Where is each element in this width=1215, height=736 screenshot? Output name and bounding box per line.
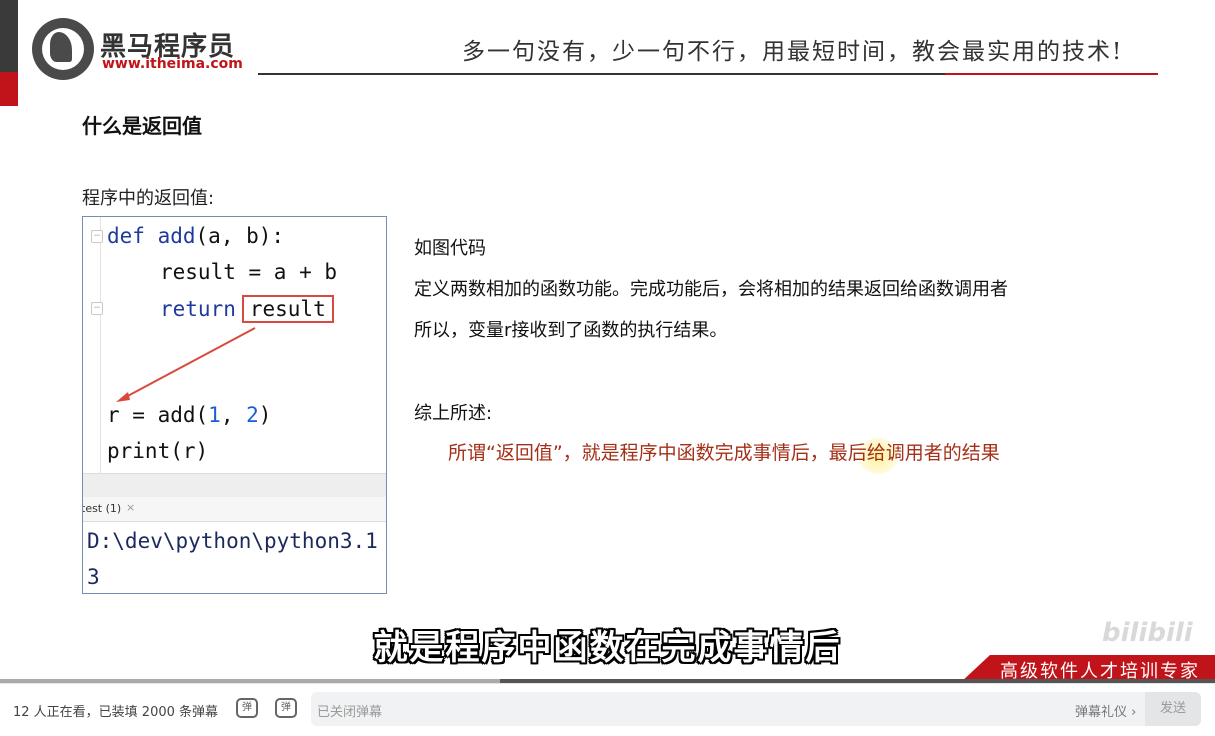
output-value: 3 [87, 565, 100, 589]
run-tab-bar: test (1) × [83, 497, 386, 522]
slogan: 多一句没有，少一句不行，用最短时间，教会最实用的技术! [462, 39, 1124, 65]
description-line-2: 定义两数相加的函数功能。完成功能后，会将相加的结果返回给函数调用者 [414, 279, 1008, 300]
return-arrow-icon [116, 327, 256, 402]
run-tab: test (1) [82, 502, 122, 515]
danmaku-settings-icon[interactable]: 弹 [275, 698, 297, 718]
decor-bar-red [0, 72, 18, 106]
danmaku-bar: 12 人正在看，已装填 2000 条弹幕 弹 弹 已关闭弹幕 弹幕礼仪 › 发送 [0, 683, 1215, 736]
run-panel-divider [83, 473, 386, 498]
close-icon: × [126, 501, 136, 514]
code-line-print: print(r) [107, 439, 209, 463]
video-frame[interactable]: 黑马程序员 www.itheima.com 多一句没有，少一句不行，用最短时间，… [0, 0, 1215, 683]
section-subtitle: 程序中的返回值: [82, 188, 215, 209]
decor-bar [0, 0, 18, 72]
danmaku-input[interactable]: 已关闭弹幕 弹幕礼仪 › 发送 [311, 692, 1201, 726]
description-line-3: 所以，变量r接收到了函数的执行结果。 [414, 320, 728, 341]
output-path: D:\dev\python\python3.1 [87, 529, 378, 553]
page-title: 什么是返回值 [82, 114, 202, 138]
description-line-1: 如图代码 [414, 238, 486, 259]
danmaku-placeholder: 已关闭弹幕 [317, 705, 383, 720]
danmaku-etiquette-link[interactable]: 弹幕礼仪 › [1075, 701, 1136, 720]
header-divider-accent [945, 73, 1158, 75]
viewer-count: 12 人正在看，已装填 2000 条弹幕 [13, 705, 219, 720]
summary-text: 所谓“返回值”，就是程序中函数完成事情后，最后给调用者的结果 [448, 442, 1000, 464]
brand-url: www.itheima.com [102, 56, 243, 72]
summary-label: 综上所述: [414, 403, 493, 424]
brand-logo-icon [32, 18, 94, 80]
danmaku-toggle-icon[interactable]: 弹 [236, 698, 258, 718]
send-button[interactable]: 发送 [1145, 692, 1201, 726]
